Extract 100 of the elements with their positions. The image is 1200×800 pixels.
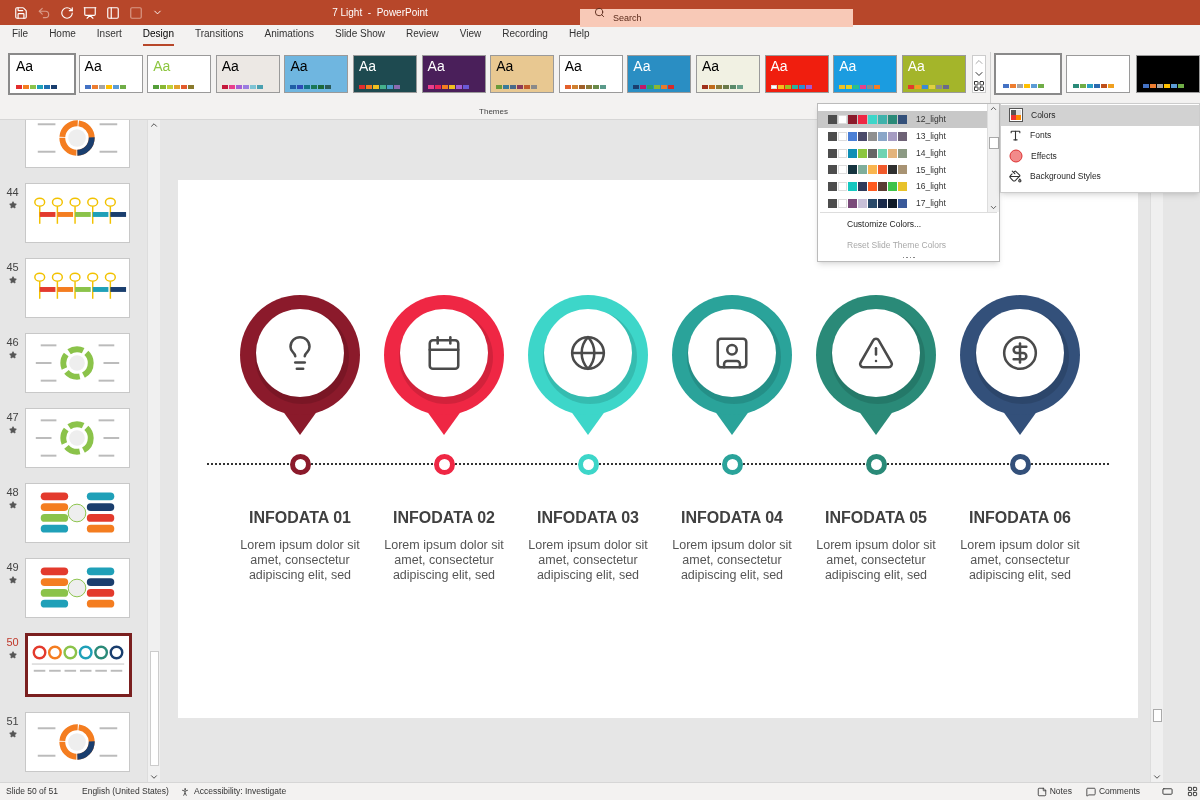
globe-icon xyxy=(569,334,607,372)
theme-thumbnail[interactable]: Aa xyxy=(421,55,486,93)
layout-icon[interactable] xyxy=(106,5,120,20)
notes-icon xyxy=(1036,786,1047,797)
item-title: INFODATA 04 xyxy=(681,508,783,528)
slide-counter: Slide 50 of 51 xyxy=(6,785,59,798)
animation-star-icon xyxy=(8,350,17,359)
slide-number: 50 xyxy=(6,635,19,650)
menu-label: Fonts xyxy=(1030,129,1052,143)
normal-view-icon[interactable] xyxy=(1162,786,1173,797)
effects-icon xyxy=(1009,149,1023,164)
theme-thumbnail[interactable]: Aa xyxy=(490,55,555,93)
comment-icon xyxy=(1085,786,1096,797)
color-scheme-item[interactable]: 13_light xyxy=(818,127,987,145)
scroll-up-icon[interactable] xyxy=(989,104,998,113)
color-scheme-name: 17_light xyxy=(916,197,946,210)
menu-label: Background Styles xyxy=(1030,170,1101,184)
ribbon-tab[interactable]: Help xyxy=(568,26,590,46)
scroll-down-icon[interactable] xyxy=(989,203,998,212)
menu-item[interactable]: Background Styles xyxy=(1001,166,1199,187)
color-scheme-name: 14_light xyxy=(916,146,946,160)
ribbon-tab[interactable]: File xyxy=(12,26,29,46)
slide-number: 44 xyxy=(6,185,19,200)
undo-icon[interactable] xyxy=(37,5,51,20)
scroll-up-icon[interactable] xyxy=(149,120,159,130)
menu-item[interactable]: Effects xyxy=(1001,146,1199,167)
accessibility-icon[interactable] xyxy=(180,786,190,797)
animation-star-icon xyxy=(8,200,17,209)
item-title: INFODATA 03 xyxy=(537,508,639,528)
ribbon-tab[interactable]: Animations xyxy=(264,26,314,46)
theme-thumbnail[interactable]: Aa xyxy=(764,55,829,93)
ribbon-tab[interactable]: Review xyxy=(406,26,439,46)
menu-item[interactable]: Fonts xyxy=(1001,125,1199,146)
item-title: INFODATA 05 xyxy=(825,508,927,528)
more-icon[interactable] xyxy=(973,80,986,92)
theme-thumbnail[interactable]: Aa xyxy=(627,55,692,93)
animation-star-icon xyxy=(8,275,17,284)
ribbon-tab[interactable]: Recording xyxy=(502,26,548,46)
theme-thumbnail[interactable]: Aa xyxy=(10,55,74,93)
menu-item[interactable]: Customize Colors... xyxy=(847,218,997,231)
ribbon-tab[interactable]: Transitions xyxy=(194,26,244,46)
variant-thumbnail[interactable] xyxy=(1066,55,1130,93)
menu-label: Effects xyxy=(1031,149,1057,163)
color-palette-icon xyxy=(1009,108,1023,123)
slide-sorter-icon[interactable] xyxy=(1187,786,1198,797)
scroll-down-icon[interactable] xyxy=(1152,772,1162,782)
theme-thumbnail[interactable]: Aa xyxy=(284,55,349,93)
theme-thumbnail[interactable]: Aa xyxy=(215,55,280,93)
menu-label: Colors xyxy=(1031,108,1056,122)
slide-number: 47 xyxy=(6,410,19,425)
save-icon[interactable] xyxy=(14,5,28,20)
menu-item[interactable]: Colors xyxy=(1001,105,1199,126)
color-scheme-item[interactable]: 17_light xyxy=(818,195,987,212)
theme-thumbnail[interactable]: Aa xyxy=(352,55,417,93)
notes-button[interactable]: Notes xyxy=(1036,785,1072,798)
item-description: Lorem ipsum dolor sit amet, consectetur adipiscing elit, sed xyxy=(383,538,505,583)
scroll-thumb[interactable] xyxy=(1152,709,1162,722)
animation-star-icon xyxy=(8,650,17,659)
slide-thumbnail[interactable] xyxy=(25,633,132,697)
variant-thumbnail[interactable] xyxy=(1136,55,1200,93)
color-scheme-name: 12_light xyxy=(916,113,946,126)
ribbon-tab[interactable]: Home xyxy=(49,26,76,46)
scrollbar[interactable] xyxy=(147,120,160,782)
color-scheme-name: 13_light xyxy=(916,129,946,143)
window-title: 7 Light - PowerPoint xyxy=(332,6,428,20)
color-scheme-item[interactable]: 16_light xyxy=(818,178,987,196)
comments-button[interactable]: Comments xyxy=(1085,785,1140,798)
ribbon-tab[interactable]: Slide Show xyxy=(335,26,385,46)
ribbon-tab[interactable]: Insert xyxy=(96,26,122,46)
slide-number: 45 xyxy=(6,260,19,275)
scroll-down-icon[interactable] xyxy=(149,772,159,782)
slide-number: 51 xyxy=(6,714,19,729)
redo-icon[interactable] xyxy=(60,5,74,20)
color-scheme-name: 16_light xyxy=(916,180,946,194)
scroll-thumb[interactable] xyxy=(149,651,159,766)
color-scheme-item[interactable]: 15_light xyxy=(818,161,987,179)
color-scheme-item[interactable]: 12_light xyxy=(818,111,987,128)
theme-thumbnail[interactable]: Aa xyxy=(695,55,760,93)
item-description: Lorem ipsum dolor sit amet, consectetur adipiscing elit, sed xyxy=(671,538,793,583)
language-status[interactable]: English (United States) xyxy=(82,785,178,798)
item-description: Lorem ipsum dolor sit amet, consectetur adipiscing elit, sed xyxy=(239,538,361,583)
item-title: INFODATA 01 xyxy=(249,508,351,528)
scroll-thumb[interactable] xyxy=(988,137,999,149)
search-field[interactable]: Search xyxy=(580,8,853,27)
item-description: Lorem ipsum dolor sit amet, consectetur adipiscing elit, sed xyxy=(815,538,937,583)
presentation-icon[interactable] xyxy=(83,5,97,20)
item-description: Lorem ipsum dolor sit amet, consectetur adipiscing elit, sed xyxy=(527,538,649,583)
scrollbar[interactable] xyxy=(987,104,999,212)
search-icon xyxy=(594,7,605,18)
paint-bucket-icon xyxy=(1009,170,1022,184)
theme-thumbnail[interactable]: Aa xyxy=(558,55,623,93)
theme-thumbnail[interactable]: Aa xyxy=(78,55,143,93)
slide-number: 48 xyxy=(6,485,19,500)
person-icon xyxy=(713,334,751,372)
slide-number: 46 xyxy=(6,335,19,350)
accessibility-status[interactable]: Accessibility: Investigate xyxy=(194,785,287,798)
calendar-icon xyxy=(425,334,463,372)
color-scheme-item[interactable]: 14_light xyxy=(818,144,987,162)
animation-star-icon xyxy=(8,500,17,509)
ribbon-tab[interactable]: View xyxy=(459,26,482,46)
